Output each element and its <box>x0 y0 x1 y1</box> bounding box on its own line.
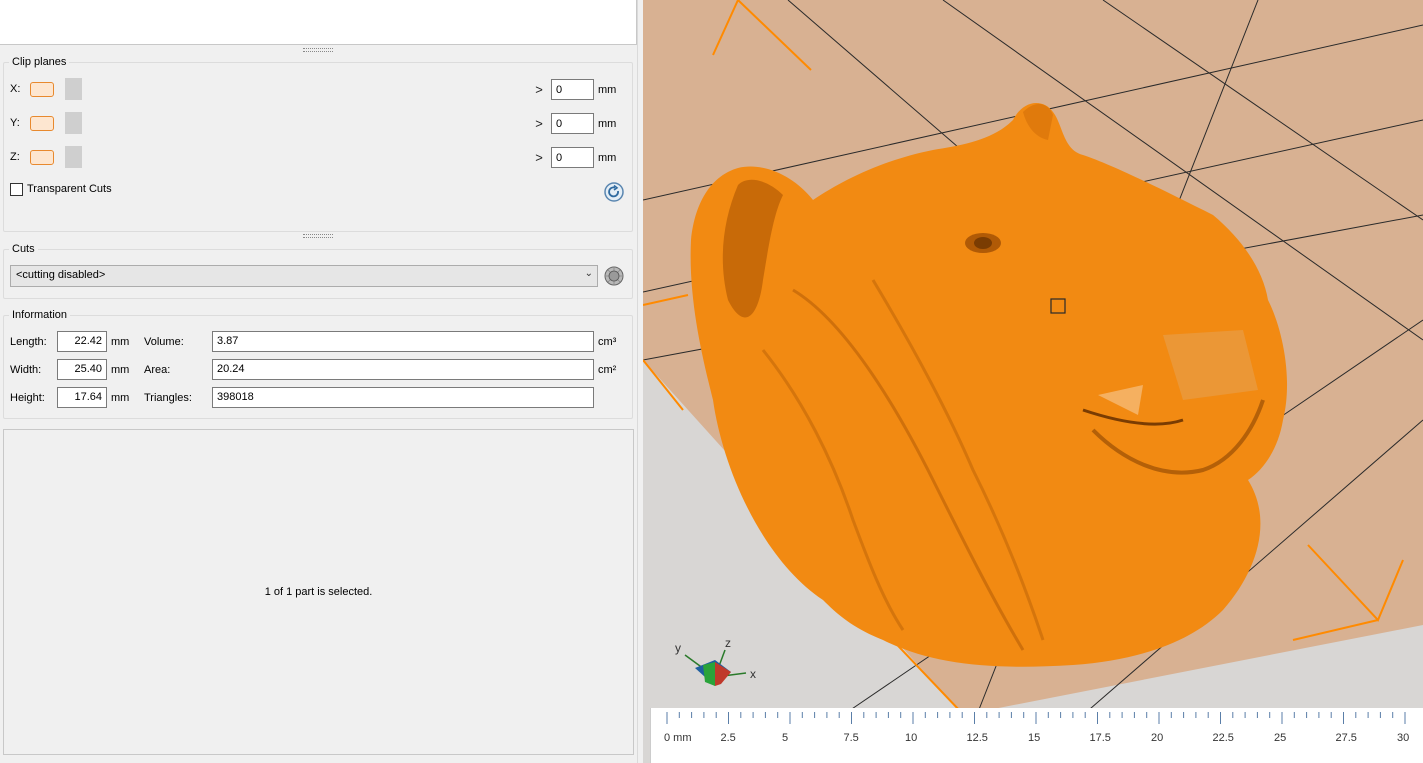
clip-y-label: Y: <box>10 117 20 129</box>
area-value[interactable]: 20.24 <box>212 359 594 380</box>
viewport-canvas: y z x <box>643 0 1423 716</box>
clip-planes-title: Clip planes <box>12 56 67 68</box>
area-unit: cm² <box>598 364 617 376</box>
axis-z-label: z <box>725 636 731 650</box>
clip-z-label: Z: <box>10 151 20 163</box>
reset-clip-planes-icon[interactable] <box>604 182 624 202</box>
ruler-tick-label: 22.5 <box>1212 732 1234 744</box>
cuts-dropdown[interactable]: <cutting disabled> ⌄ <box>10 265 598 287</box>
length-unit: mm <box>111 336 130 348</box>
ruler-tick-label: 17.5 <box>1089 732 1111 744</box>
clip-z-toggle[interactable] <box>30 149 54 165</box>
clip-x-unit: mm <box>598 84 617 96</box>
volume-unit: cm³ <box>598 336 617 348</box>
clip-x-toggle[interactable] <box>30 81 54 97</box>
clip-y-toggle[interactable] <box>30 115 54 131</box>
width-value[interactable]: 25.40 <box>57 359 107 380</box>
clip-x-slider-thumb[interactable] <box>65 78 82 100</box>
clip-z-input[interactable] <box>551 147 594 168</box>
width-label: Width: <box>10 364 42 376</box>
chevron-down-icon: ⌄ <box>584 268 593 279</box>
length-label: Length: <box>10 336 47 348</box>
ruler-tick-label: 25 <box>1274 732 1287 744</box>
left-panel: Clip planes X: < > mm Y: < > mm Z: < > m… <box>0 0 640 763</box>
height-label: Height: <box>10 392 45 404</box>
height-unit: mm <box>111 392 130 404</box>
selection-status-text: 1 of 1 part is selected. <box>264 586 373 598</box>
ruler-tick-label: 12.5 <box>966 732 988 744</box>
axis-x-label: x <box>750 667 756 681</box>
length-value[interactable]: 22.42 <box>57 331 107 352</box>
ruler-tick-label: 5 <box>782 732 789 744</box>
information-title: Information <box>12 309 68 321</box>
ruler-tick-label: 10 <box>905 732 918 744</box>
width-unit: mm <box>111 364 130 376</box>
cuts-title: Cuts <box>12 243 35 255</box>
volume-value[interactable]: 3.87 <box>212 331 594 352</box>
3d-viewport[interactable]: y z x <box>643 0 1423 763</box>
triangles-label: Triangles: <box>144 392 192 404</box>
ruler-tick-label: 20 <box>1151 732 1164 744</box>
ruler-tick-label: 2.5 <box>720 732 736 744</box>
transparent-cuts-row: Transparent Cuts <box>10 177 112 201</box>
ruler-tick-label: 30 <box>1397 732 1410 744</box>
clip-y-input[interactable] <box>551 113 594 134</box>
clip-y-right-arrow[interactable]: > <box>532 116 546 131</box>
ruler-tick-label: 7.5 <box>843 732 859 744</box>
axis-gizmo: y z x <box>675 636 756 686</box>
clip-z-slider[interactable] <box>65 146 533 168</box>
clip-z-unit: mm <box>598 152 617 164</box>
clip-y-unit: mm <box>598 118 617 130</box>
selection-status-panel: 1 of 1 part is selected. <box>3 429 634 755</box>
ruler-tick-label: 27.5 <box>1335 732 1357 744</box>
axis-y-label: y <box>675 641 681 655</box>
clip-x-label: X: <box>10 83 21 95</box>
splitter-grip-2[interactable] <box>303 234 333 238</box>
ruler-tick-label: 0 mm <box>664 732 692 744</box>
splitter-grip[interactable] <box>303 48 333 52</box>
clip-z-right-arrow[interactable]: > <box>532 150 546 165</box>
clip-z-slider-thumb[interactable] <box>65 146 82 168</box>
top-blank-pane <box>0 0 637 45</box>
triangles-value[interactable]: 398018 <box>212 387 594 408</box>
area-label: Area: <box>144 364 171 376</box>
clip-y-slider[interactable] <box>65 112 533 134</box>
clip-x-right-arrow[interactable]: > <box>532 82 546 97</box>
cut-tool-icon[interactable] <box>602 264 626 288</box>
ruler: 0 mm 2.5 5 7.5 10 12.5 15 17.5 20 22.5 25 27.5 30 <box>650 708 1423 763</box>
clip-y-slider-thumb[interactable] <box>65 112 82 134</box>
ruler-tick-label: 15 <box>1028 732 1041 744</box>
height-value[interactable]: 17.64 <box>57 387 107 408</box>
volume-label: Volume: <box>144 336 184 348</box>
clip-x-input[interactable] <box>551 79 594 100</box>
transparent-cuts-checkbox[interactable] <box>10 182 23 196</box>
transparent-cuts-label: Transparent Cuts <box>27 183 112 195</box>
cuts-dropdown-value: <cutting disabled> <box>16 269 106 281</box>
clip-x-slider[interactable] <box>65 78 533 100</box>
